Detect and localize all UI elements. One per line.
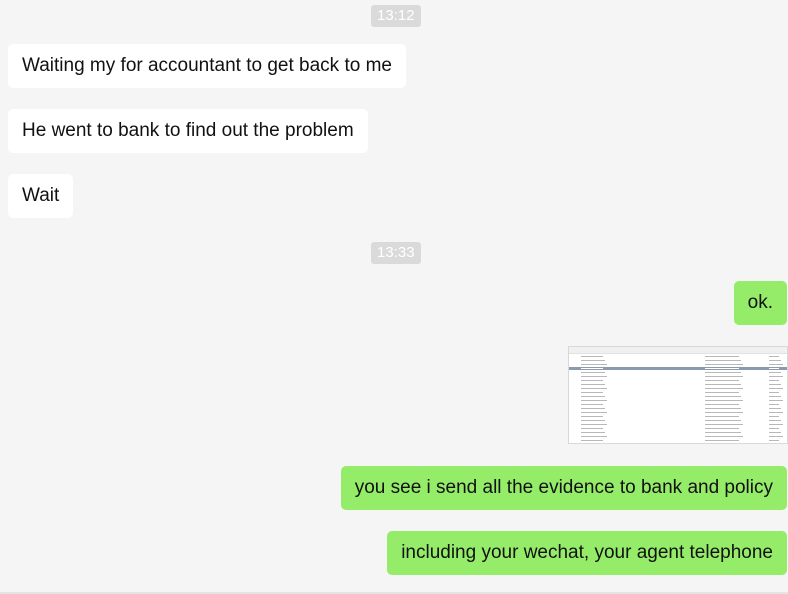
thumbnail-cell <box>769 388 783 389</box>
thumbnail-row <box>569 435 787 438</box>
thumbnail-cell <box>581 356 603 357</box>
thumbnail-row <box>569 387 787 390</box>
thumbnail-cell <box>581 396 605 397</box>
thumbnail-cell <box>705 360 741 361</box>
thumbnail-cell <box>581 436 607 437</box>
thumbnail-cell <box>705 388 743 389</box>
thumbnail-cell <box>581 412 607 413</box>
thumbnail-row <box>569 407 787 410</box>
timestamp: 13:12 <box>371 5 421 27</box>
thumbnail-cell <box>581 424 607 425</box>
thumbnail-cell <box>581 408 605 409</box>
thumbnail-cell <box>581 420 605 421</box>
thumbnail-cell <box>769 420 781 421</box>
thumbnail-row <box>569 423 787 426</box>
thumbnail-cell <box>705 428 739 429</box>
thumbnail-cell <box>705 436 743 437</box>
thumbnail-cell <box>705 432 741 433</box>
thumbnail-cell <box>769 408 781 409</box>
thumbnail-cell <box>769 428 779 429</box>
thumbnail-cell <box>769 360 781 361</box>
thumbnail-cell <box>581 400 607 401</box>
thumbnail-cell <box>769 396 781 397</box>
thumbnail-cell <box>581 428 603 429</box>
thumbnail-cell <box>581 364 607 365</box>
thumbnail-cell <box>705 368 739 369</box>
thumbnail-cell <box>769 440 779 441</box>
thumbnail-cell <box>705 356 739 357</box>
incoming-message-bubble[interactable]: Waiting my for accountant to get back to… <box>8 44 406 88</box>
thumbnail-cell <box>769 436 783 437</box>
image-message-thumbnail[interactable] <box>568 346 788 444</box>
thumbnail-row <box>569 363 787 366</box>
thumbnail-row <box>569 431 787 434</box>
thumbnail-row <box>569 391 787 394</box>
thumbnail-cell <box>769 416 779 417</box>
thumbnail-cell <box>581 440 603 441</box>
thumbnail-cell <box>581 384 605 385</box>
incoming-message-bubble[interactable]: Wait <box>8 174 74 218</box>
thumbnail-cell <box>769 432 781 433</box>
incoming-message-bubble[interactable]: He went to bank to find out the problem <box>8 109 368 153</box>
thumbnail-cell <box>581 432 605 433</box>
thumbnail-cell <box>581 404 603 405</box>
thumbnail-cell <box>705 400 743 401</box>
thumbnail-cell <box>769 392 779 393</box>
thumbnail-cell <box>769 380 779 381</box>
thumbnail-cell <box>769 400 783 401</box>
thumbnail-cell <box>581 360 605 361</box>
thumbnail-cell <box>769 384 781 385</box>
thumbnail-row <box>569 371 787 374</box>
thumbnail-row <box>569 379 787 382</box>
thumbnail-cell <box>705 384 741 385</box>
thumbnail-row <box>569 427 787 430</box>
thumbnail-row <box>569 355 787 358</box>
thumbnail-row <box>569 415 787 418</box>
thumbnail-cell <box>769 412 783 413</box>
thumbnail-row <box>569 383 787 386</box>
thumbnail-cell <box>581 392 603 393</box>
thumbnail-cell <box>769 376 783 377</box>
thumbnail-header <box>569 347 787 354</box>
thumbnail-cell <box>705 420 741 421</box>
chat-window: { "timestamps": ["13:12", "13:33"], "mes… <box>0 0 788 594</box>
thumbnail-cell <box>705 424 743 425</box>
thumbnail-cell <box>705 396 741 397</box>
thumbnail-cell <box>581 416 603 417</box>
thumbnail-cell <box>769 372 781 373</box>
thumbnail-row <box>569 395 787 398</box>
thumbnail-cell <box>769 424 783 425</box>
thumbnail-cell <box>581 388 607 389</box>
thumbnail-cell <box>705 380 739 381</box>
thumbnail-cell <box>705 412 743 413</box>
thumbnail-cell <box>705 404 739 405</box>
timestamp: 13:33 <box>371 242 421 264</box>
thumbnail-cell <box>581 376 607 377</box>
outgoing-message-bubble[interactable]: you see i send all the evidence to bank … <box>340 466 787 510</box>
thumbnail-row <box>569 403 787 406</box>
thumbnail-row <box>569 399 787 402</box>
thumbnail-cell <box>705 392 739 393</box>
thumbnail-row <box>569 411 787 414</box>
thumbnail-cell <box>705 372 741 373</box>
thumbnail-row <box>569 419 787 422</box>
thumbnail-cell <box>769 368 779 369</box>
thumbnail-cell <box>705 364 743 365</box>
thumbnail-cell <box>705 408 741 409</box>
thumbnail-cell <box>581 368 603 369</box>
thumbnail-cell <box>705 416 739 417</box>
thumbnail-row <box>569 439 787 442</box>
outgoing-message-bubble[interactable]: including your wechat, your agent teleph… <box>387 531 787 575</box>
thumbnail-row <box>569 367 787 370</box>
thumbnail-cell <box>769 356 779 357</box>
thumbnail-cell <box>705 376 743 377</box>
thumbnail-cell <box>581 380 603 381</box>
thumbnail-cell <box>705 440 739 441</box>
thumbnail-row <box>569 359 787 362</box>
thumbnail-cell <box>769 404 779 405</box>
thumbnail-row <box>569 375 787 378</box>
thumbnail-cell <box>769 364 783 365</box>
thumbnail-cell <box>581 372 605 373</box>
outgoing-message-bubble[interactable]: ok. <box>733 281 787 325</box>
